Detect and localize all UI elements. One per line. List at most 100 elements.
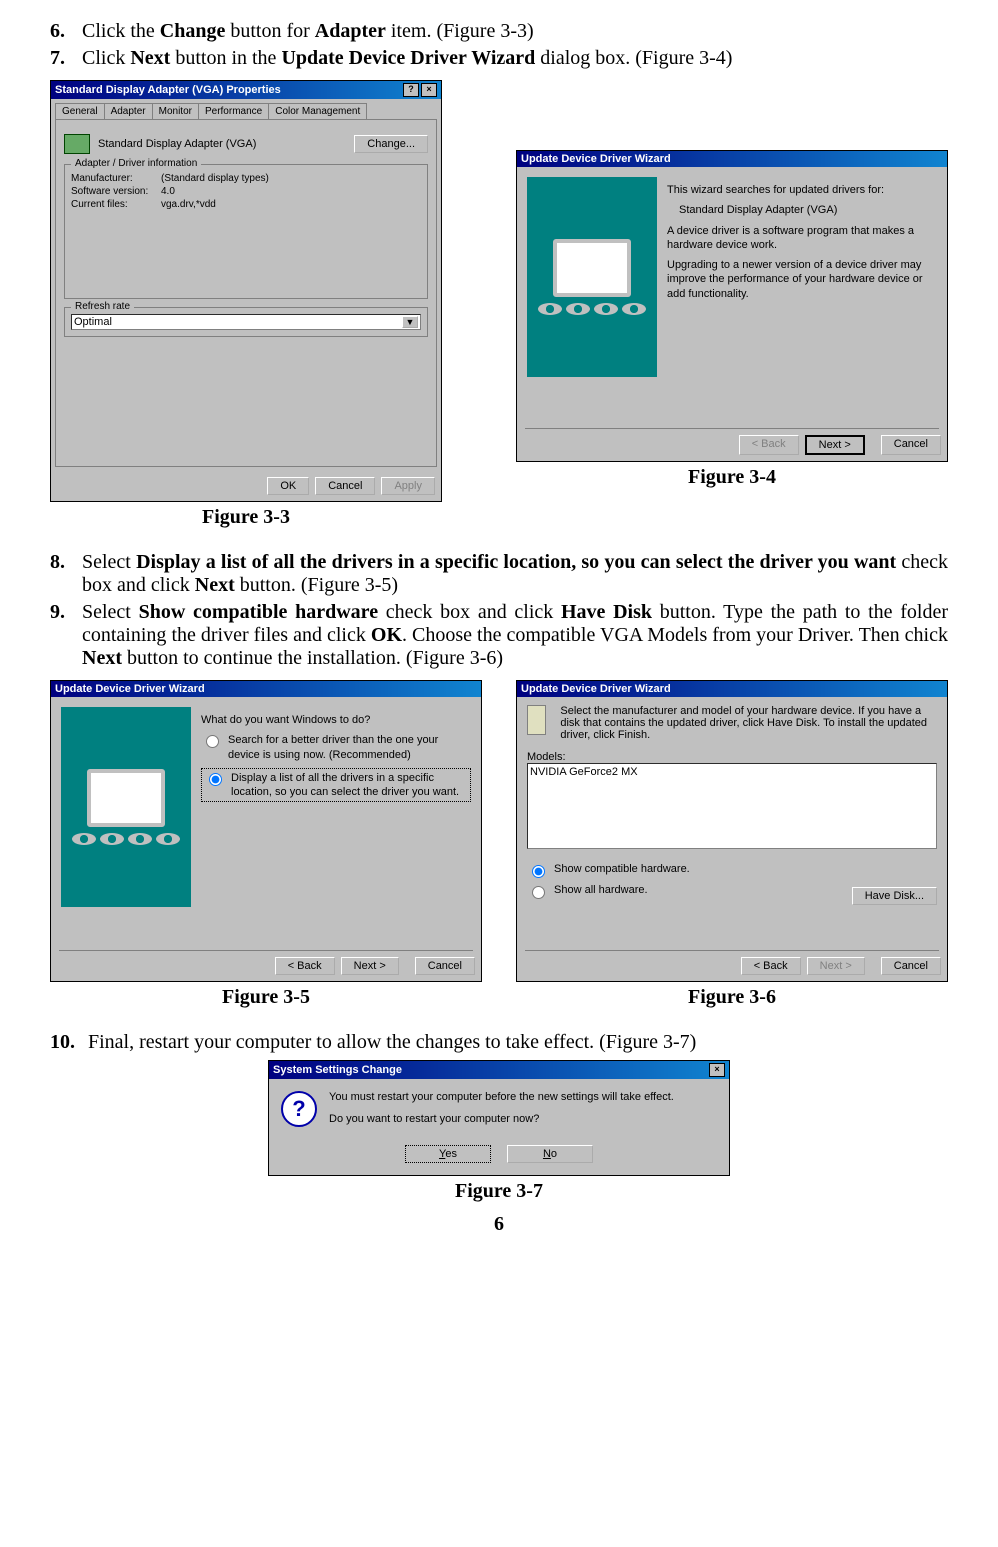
next-button[interactable]: Next > (805, 435, 865, 455)
figure-3-4-caption: Figure 3-4 (688, 466, 776, 489)
disc-icon (128, 833, 152, 845)
dialog-title: Standard Display Adapter (VGA) Propertie… (55, 84, 281, 96)
tab-strip: General Adapter Monitor Performance Colo… (51, 99, 441, 119)
titlebar: Standard Display Adapter (VGA) Propertie… (51, 81, 441, 99)
tab-general[interactable]: General (55, 103, 105, 119)
disc-icon (72, 833, 96, 845)
step-7: 7. Click Next button in the Update Devic… (50, 47, 948, 70)
wizard-buttons: < Back Next > Cancel (517, 429, 947, 461)
figures-row-2: Update Device Driver Wizard What do you … (50, 680, 948, 1009)
dialog-title: Update Device Driver Wizard (521, 683, 671, 695)
figures-row-1: Standard Display Adapter (VGA) Propertie… (50, 80, 948, 529)
tab-performance[interactable]: Performance (198, 103, 269, 119)
wizard-text: What do you want Windows to do? Search f… (201, 707, 471, 940)
dialog-buttons: OK Cancel Apply (51, 471, 441, 501)
message-line-1: You must restart your computer before th… (329, 1091, 674, 1103)
change-button[interactable]: Change... (354, 135, 428, 153)
step-8-body: Select Display a list of all the drivers… (82, 551, 948, 597)
apply-button[interactable]: Apply (381, 477, 435, 495)
question-icon: ? (281, 1091, 317, 1127)
dialog-title: Update Device Driver Wizard (55, 683, 205, 695)
step-6-body: Click the Change button for Adapter item… (82, 20, 948, 43)
list-item[interactable]: NVIDIA GeForce2 MX (530, 766, 934, 778)
step-10-number: 10. (50, 1031, 88, 1054)
models-listbox[interactable]: NVIDIA GeForce2 MX (527, 763, 937, 849)
close-icon[interactable]: × (421, 83, 437, 97)
cancel-button[interactable]: Cancel (315, 477, 375, 495)
step-8-number: 8. (50, 551, 82, 597)
no-button[interactable]: NNoo (507, 1145, 593, 1163)
disc-icon (594, 303, 618, 315)
back-button[interactable]: < Back (275, 957, 335, 975)
radio-input[interactable] (532, 865, 545, 878)
page-number: 6 (50, 1213, 948, 1236)
wizard-question: What do you want Windows to do? (201, 713, 471, 727)
next-button[interactable]: Next > (807, 957, 865, 975)
refresh-rate-group: Refresh rate Optimal ▼ (64, 307, 428, 337)
wizard-text: This wizard searches for updated drivers… (667, 177, 937, 418)
step-8: 8. Select Display a list of all the driv… (50, 551, 948, 597)
adapter-chip-icon (64, 134, 90, 154)
figure-3-6: Update Device Driver Wizard Select the m… (516, 680, 948, 1009)
disc-icon (100, 833, 124, 845)
monitor-icon (553, 239, 631, 297)
wizard-description: Select the manufacturer and model of you… (560, 705, 937, 741)
radio-show-all[interactable]: Show all hardware. (527, 884, 690, 899)
monitor-icon (87, 769, 165, 827)
tab-color-management[interactable]: Color Management (268, 103, 367, 119)
disc-icon (566, 303, 590, 315)
yes-button[interactable]: YYeses (405, 1145, 491, 1163)
tab-monitor[interactable]: Monitor (152, 103, 199, 119)
step-9: 9. Select Show compatible hardware check… (50, 601, 948, 670)
tab-adapter[interactable]: Adapter (104, 103, 153, 119)
manufacturer-value: (Standard display types) (161, 173, 269, 184)
manufacturer-label: Manufacturer: (71, 173, 161, 184)
software-version-label: Software version: (71, 186, 161, 197)
next-button[interactable]: Next > (341, 957, 399, 975)
figure-3-7: System Settings Change × ? You must rest… (50, 1060, 948, 1203)
refresh-rate-value: Optimal (74, 316, 112, 328)
step-7-body: Click Next button in the Update Device D… (82, 47, 948, 70)
wizard-graphic (61, 707, 191, 907)
back-button[interactable]: < Back (741, 957, 801, 975)
figure-3-5-caption: Figure 3-5 (222, 986, 310, 1009)
radio-show-compatible[interactable]: Show compatible hardware. (527, 863, 690, 878)
figure-3-6-caption: Figure 3-6 (688, 986, 776, 1009)
radio-search-better[interactable]: Search for a better driver than the one … (201, 733, 471, 762)
titlebar: Update Device Driver Wizard (51, 681, 481, 697)
figure-3-5: Update Device Driver Wizard What do you … (50, 680, 482, 1009)
radio-input[interactable] (532, 886, 545, 899)
properties-dialog: Standard Display Adapter (VGA) Propertie… (50, 80, 442, 502)
step-10-body: Final, restart your computer to allow th… (88, 1031, 948, 1054)
disc-icon (538, 303, 562, 315)
wizard-dialog-2: Update Device Driver Wizard What do you … (50, 680, 482, 982)
tab-pane: Standard Display Adapter (VGA) Change...… (55, 119, 437, 467)
figure-3-3: Standard Display Adapter (VGA) Propertie… (50, 80, 442, 529)
radio-input[interactable] (206, 735, 219, 748)
help-icon[interactable]: ? (403, 83, 419, 97)
ok-button[interactable]: OK (267, 477, 309, 495)
figure-3-7-caption: Figure 3-7 (455, 1180, 543, 1203)
radio-display-list[interactable]: Display a list of all the drivers in a s… (201, 768, 471, 803)
chevron-down-icon: ▼ (402, 316, 418, 328)
software-version-value: 4.0 (161, 186, 175, 197)
close-icon[interactable]: × (709, 1063, 725, 1077)
refresh-rate-dropdown[interactable]: Optimal ▼ (71, 314, 421, 330)
titlebar: Update Device Driver Wizard (517, 151, 947, 167)
titlebar: System Settings Change × (269, 1061, 729, 1079)
radio-input[interactable] (209, 773, 222, 786)
cancel-button[interactable]: Cancel (881, 435, 941, 455)
driver-info-group: Adapter / Driver information Manufacture… (64, 164, 428, 299)
dialog-title: System Settings Change (273, 1064, 402, 1076)
device-icon (527, 705, 546, 735)
have-disk-button[interactable]: Have Disk... (852, 887, 937, 905)
titlebar: Update Device Driver Wizard (517, 681, 947, 697)
step-10: 10. Final, restart your computer to allo… (50, 1031, 948, 1054)
wizard-buttons: < Back Next > Cancel (517, 951, 947, 981)
back-button[interactable]: < Back (739, 435, 799, 455)
current-files-value: vga.drv,*vdd (161, 199, 216, 210)
cancel-button[interactable]: Cancel (415, 957, 475, 975)
step-6-number: 6. (50, 20, 82, 43)
figure-3-3-caption: Figure 3-3 (202, 506, 290, 529)
cancel-button[interactable]: Cancel (881, 957, 941, 975)
